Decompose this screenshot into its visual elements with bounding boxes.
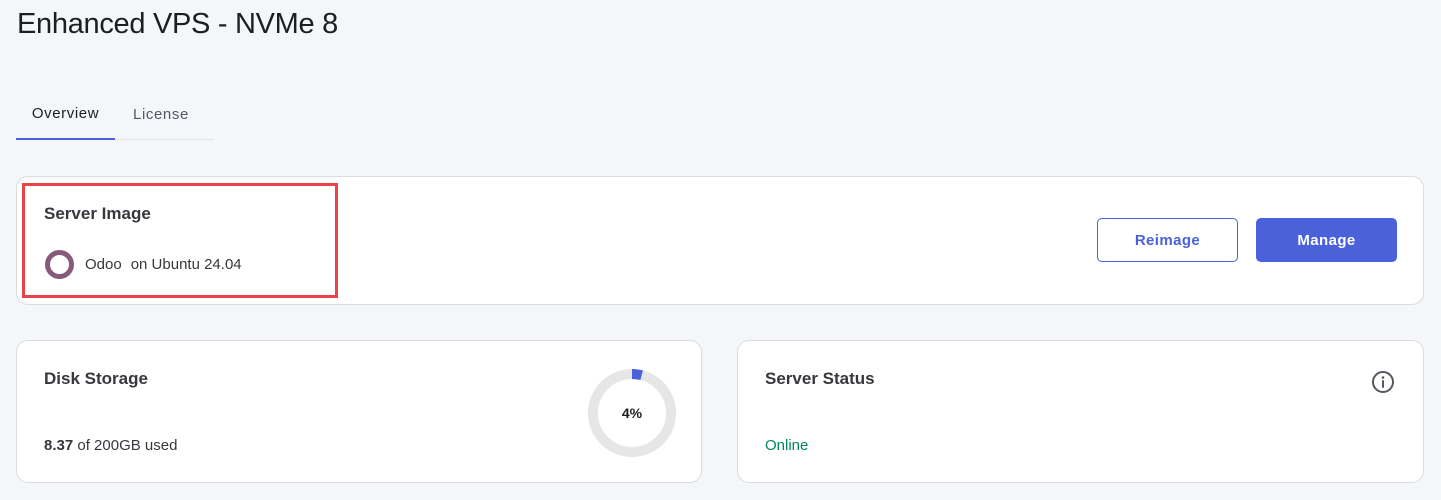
manage-button[interactable]: Manage	[1256, 218, 1397, 262]
disk-used-value: 8.37	[44, 437, 74, 454]
disk-storage-title: Disk Storage	[44, 369, 148, 388]
vps-overview-page: Enhanced VPS - NVMe 8 Overview License S…	[0, 0, 1441, 500]
info-icon[interactable]	[1371, 370, 1395, 394]
disk-usage-text: 8.37 of 200GB used	[44, 437, 177, 454]
disk-percent-label: 4%	[621, 405, 643, 421]
server-status-title: Server Status	[765, 369, 875, 388]
server-image-highlight	[22, 183, 338, 298]
server-status-value: Online	[765, 437, 809, 454]
disk-total-text: of 200GB used	[77, 437, 178, 454]
tab-license[interactable]: License	[115, 88, 189, 140]
server-status-card: Server Status Online	[737, 340, 1424, 483]
disk-storage-card: Disk Storage 8.37 of 200GB used 4%	[16, 340, 702, 483]
tab-bar: Overview License	[16, 88, 214, 140]
tab-overview[interactable]: Overview	[16, 88, 115, 140]
reimage-button[interactable]: Reimage	[1097, 218, 1238, 262]
page-title: Enhanced VPS - NVMe 8	[17, 8, 338, 40]
